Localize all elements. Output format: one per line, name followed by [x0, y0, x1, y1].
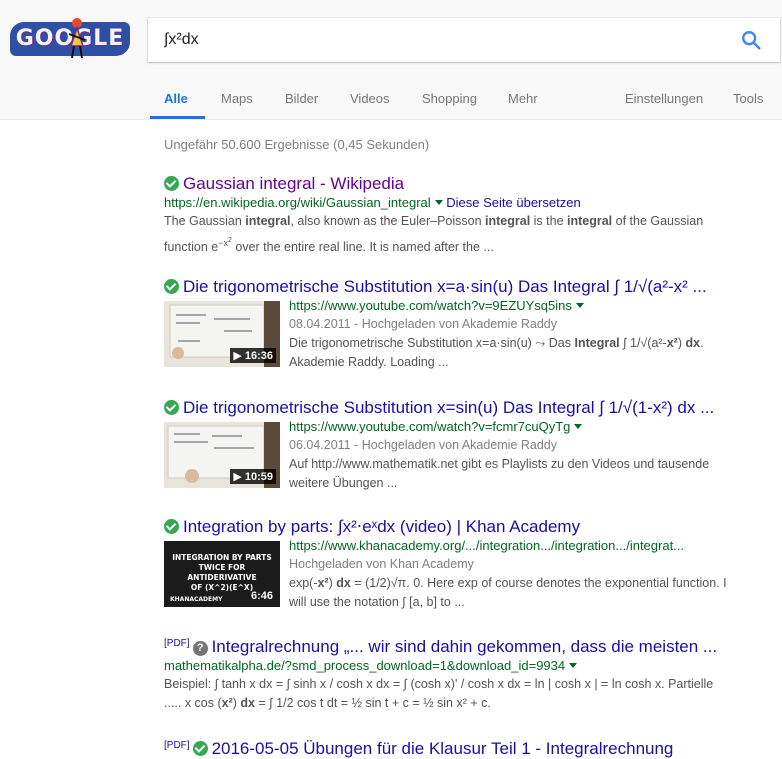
verified-check-icon [192, 741, 208, 756]
question-mark-icon: ? [192, 641, 208, 656]
result-snippet: Die trigonometrische Substitution x=a·si… [289, 336, 704, 369]
search-result: Gaussian integral - Wikipedia https://en… [164, 174, 764, 257]
verified-check-icon [164, 400, 179, 415]
result-url: mathematikalpha.de/?smd_process_download… [164, 658, 566, 673]
result-title[interactable]: Die trigonometrische Substitution x=a·si… [183, 277, 707, 296]
video-result: Integration by parts: ∫x²⋅eˣdx (video) |… [164, 517, 764, 617]
result-title-link[interactable]: Gaussian integral - Wikipedia [164, 174, 764, 194]
result-stats: Ungefähr 50.600 Ergebnisse (0,45 Sekunde… [164, 137, 430, 152]
upload-info: Hochgeladen von Khan Academy [289, 557, 474, 571]
active-tab-indicator [150, 116, 205, 119]
result-title[interactable]: 2016-05-05 Übungen für die Klausur Teil … [212, 739, 674, 758]
result-title-link[interactable]: Integration by parts: ∫x²⋅eˣdx (video) |… [164, 517, 764, 537]
tab-shopping[interactable]: Shopping [422, 91, 477, 106]
video-thumbnail[interactable]: INTEGRATION BY PARTS TWICE FOR ANTIDERIV… [164, 541, 280, 607]
video-thumbnail[interactable]: ▶ 10:59 [164, 422, 280, 488]
search-input[interactable] [164, 30, 724, 50]
result-title-link[interactable]: [PDF]? Integralrechnung „... wir sind dah… [164, 634, 774, 657]
result-url: https://en.wikipedia.org/wiki/Gaussian_i… [164, 195, 431, 210]
video-details: https://www.youtube.com/watch?v=fcmr7cuQ… [289, 418, 759, 493]
result-title-link[interactable]: Die trigonometrische Substitution x=a·si… [164, 277, 764, 297]
tab-videos[interactable]: Videos [350, 91, 390, 106]
thumbnail-text: INTEGRATION BY PARTS TWICE FOR ANTIDERIV… [172, 553, 272, 592]
search-box [148, 18, 780, 62]
result-snippet: Beispiel: ∫ tanh x dx = ∫ sinh x / cosh … [164, 677, 714, 710]
verified-check-icon [164, 176, 179, 191]
settings-link[interactable]: Einstellungen [625, 91, 703, 106]
tab-alle[interactable]: Alle [164, 91, 188, 106]
result-url: https://www.youtube.com/watch?v=fcmr7cuQ… [289, 419, 571, 434]
google-doodle-logo[interactable]: GOOGLE [10, 16, 130, 60]
video-details: https://www.khanacademy.org/.../integrat… [289, 537, 759, 612]
video-thumbnail[interactable]: ▶ 16:36 [164, 301, 280, 367]
result-title[interactable]: Gaussian integral - Wikipedia [183, 174, 404, 193]
verified-check-icon [164, 279, 179, 294]
pdf-tag: [PDF] [164, 638, 190, 649]
pdf-tag: [PDF] [164, 740, 190, 751]
header: GOOGLE Alle Maps Bilder Videos Shopping … [0, 0, 782, 120]
result-url-row: https://en.wikipedia.org/wiki/Gaussian_i… [164, 194, 764, 212]
result-snippet: Auf http://www.mathematik.net gibt es Pl… [289, 457, 710, 490]
video-details: https://www.youtube.com/watch?v=9EZUYsq5… [289, 297, 759, 372]
search-tabs: Alle Maps Bilder Videos Shopping Mehr Ei… [0, 78, 782, 120]
url-dropdown-icon[interactable] [574, 424, 583, 429]
upload-info: 06.04.2011 - Hochgeladen von Akademie Ra… [289, 438, 558, 452]
result-title[interactable]: Integration by parts: ∫x²⋅eˣdx (video) |… [183, 517, 580, 536]
tab-bilder[interactable]: Bilder [285, 91, 318, 106]
result-snippet: The Gaussian integral, also known as the… [164, 214, 704, 255]
video-duration: 6:46 [250, 590, 273, 602]
upload-info: 08.04.2011 - Hochgeladen von Akademie Ra… [289, 317, 558, 331]
translate-link[interactable]: Diese Seite übersetzen [446, 195, 580, 210]
result-title-link[interactable]: Die trigonometrische Substitution x=sin(… [164, 398, 764, 418]
verified-check-icon [164, 519, 179, 534]
pdf-result: [PDF]? Integralrechnung „... wir sind dah… [164, 634, 774, 713]
doodle-figure-icon [68, 18, 86, 59]
url-dropdown-icon[interactable] [569, 663, 578, 668]
khan-academy-brand: KHANACADEMY [170, 596, 223, 603]
tab-mehr[interactable]: Mehr [508, 91, 538, 106]
result-title-link[interactable]: [PDF] 2016-05-05 Übungen für die Klausur … [164, 736, 764, 759]
search-icon[interactable] [740, 29, 762, 51]
video-result: Die trigonometrische Substitution x=a·si… [164, 277, 764, 377]
result-title[interactable]: Integralrechnung „... wir sind dahin gek… [212, 637, 718, 656]
video-duration: ▶ 10:59 [230, 469, 276, 484]
result-url: https://www.youtube.com/watch?v=9EZUYsq5… [289, 298, 572, 313]
result-url: https://www.khanacademy.org/.../integrat… [289, 538, 685, 553]
result-title[interactable]: Die trigonometrische Substitution x=sin(… [183, 398, 714, 417]
video-result: Die trigonometrische Substitution x=sin(… [164, 398, 764, 498]
video-duration: ▶ 16:36 [230, 348, 276, 363]
tab-maps[interactable]: Maps [221, 91, 253, 106]
result-snippet: exp(-x²) dx = (1/2)√π. 0. Here exp of co… [289, 576, 727, 609]
tools-link[interactable]: Tools [733, 91, 763, 106]
pdf-result: [PDF] 2016-05-05 Übungen für die Klausur … [164, 736, 764, 759]
url-dropdown-icon[interactable] [575, 303, 584, 308]
url-dropdown-icon[interactable] [434, 200, 443, 205]
